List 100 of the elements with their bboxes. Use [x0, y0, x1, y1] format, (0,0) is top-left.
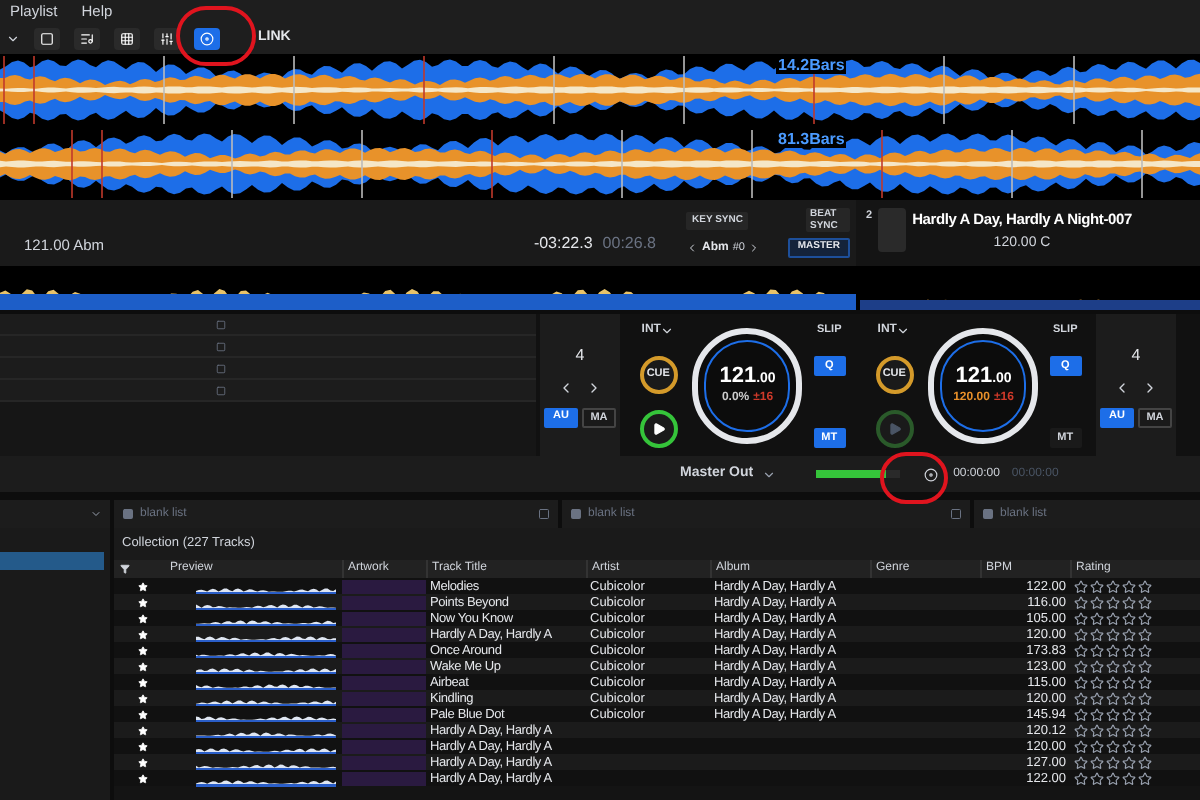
star-icon[interactable] [1138, 660, 1152, 675]
star-icon[interactable] [1138, 676, 1152, 691]
star-icon[interactable] [1106, 692, 1120, 707]
star-icon[interactable] [1074, 580, 1088, 595]
panel-icon[interactable] [538, 508, 550, 520]
star-icon[interactable] [1122, 692, 1136, 707]
play-button[interactable] [639, 410, 678, 448]
star-icon[interactable] [1138, 596, 1152, 611]
star-icon[interactable] [1090, 628, 1104, 643]
star-icon[interactable] [1090, 596, 1104, 611]
star-icon[interactable] [1106, 676, 1120, 691]
preview-waveform-drawing [196, 604, 336, 611]
star-icon[interactable] [1074, 596, 1088, 611]
toolbar-button[interactable] [114, 28, 140, 50]
loop-length: 4 [1131, 343, 1141, 367]
star-icon[interactable] [1138, 724, 1152, 739]
toolbar-icon [80, 32, 94, 46]
chevron-icon[interactable] [761, 467, 776, 481]
star-icon[interactable] [1090, 708, 1104, 723]
star-icon[interactable] [1106, 772, 1120, 787]
chevron-left-icon[interactable] [1114, 379, 1130, 395]
toolbar-button[interactable] [154, 28, 180, 50]
star-icon[interactable] [1106, 596, 1120, 611]
toolbar-icon [200, 32, 214, 46]
star-icon[interactable] [1122, 772, 1136, 787]
star-icon[interactable] [1090, 644, 1104, 659]
star-icon[interactable] [1138, 644, 1152, 659]
star-icon[interactable] [1122, 596, 1136, 611]
star-icon[interactable] [1138, 756, 1152, 771]
star-icon[interactable] [1090, 740, 1104, 755]
panel-icon[interactable] [950, 508, 962, 520]
chevron-icon[interactable] [660, 324, 675, 338]
star-icon[interactable] [1106, 644, 1120, 659]
square-icon [216, 385, 226, 395]
chevron-left-icon[interactable] [558, 379, 574, 395]
dropdown-field[interactable] [0, 500, 110, 528]
star-icon[interactable] [1074, 740, 1088, 755]
star-icon[interactable] [1074, 692, 1088, 707]
star-icon[interactable] [1138, 628, 1152, 643]
star-icon[interactable] [1090, 772, 1104, 787]
toolbar-icon [120, 32, 134, 46]
toolbar-button[interactable] [34, 28, 60, 50]
star-icon[interactable] [1090, 580, 1104, 595]
toolbar-button[interactable] [194, 28, 220, 50]
star-icon[interactable] [1106, 660, 1120, 675]
preview-waveform-drawing [196, 588, 336, 595]
preview-waveform-drawing [196, 684, 336, 691]
star-icon[interactable] [1138, 692, 1152, 707]
star-icon[interactable] [1138, 612, 1152, 627]
star-icon[interactable] [1090, 724, 1104, 739]
star-icon[interactable] [1074, 628, 1088, 643]
star-icon[interactable] [1074, 660, 1088, 675]
preview-waveform-drawing [196, 716, 336, 723]
star-icon[interactable] [1138, 708, 1152, 723]
star-icon[interactable] [1106, 708, 1120, 723]
star-icon[interactable] [1090, 756, 1104, 771]
star-icon[interactable] [1074, 724, 1088, 739]
star-icon[interactable] [1106, 612, 1120, 627]
star-icon[interactable] [1122, 676, 1136, 691]
filter-icon[interactable] [120, 564, 130, 574]
star-icon[interactable] [1122, 724, 1136, 739]
star-icon[interactable] [1090, 676, 1104, 691]
record-icon[interactable] [923, 467, 938, 481]
star-icon[interactable] [1122, 628, 1136, 643]
star-icon[interactable] [1122, 580, 1136, 595]
star-icon[interactable] [1122, 612, 1136, 627]
star-icon[interactable] [1074, 676, 1088, 691]
star-icon[interactable] [1122, 644, 1136, 659]
preview-waveform-drawing [196, 668, 336, 675]
star-icon[interactable] [1074, 612, 1088, 627]
square-icon [216, 363, 226, 373]
star-icon[interactable] [1122, 756, 1136, 771]
chevron-icon[interactable] [896, 324, 911, 338]
chevron-right-icon[interactable] [586, 379, 602, 395]
star-icon[interactable] [1106, 580, 1120, 595]
star-icon[interactable] [1090, 692, 1104, 707]
star-icon[interactable] [1106, 756, 1120, 771]
list-icon[interactable] [122, 508, 134, 520]
star-icon[interactable] [1074, 756, 1088, 771]
star-icon[interactable] [1138, 772, 1152, 787]
star-icon[interactable] [1106, 724, 1120, 739]
star-icon[interactable] [1138, 740, 1152, 755]
play-icon [651, 422, 666, 436]
star-icon[interactable] [1122, 740, 1136, 755]
star-icon[interactable] [1074, 644, 1088, 659]
star-icon[interactable] [1074, 772, 1088, 787]
star-icon[interactable] [1138, 580, 1152, 595]
list-icon[interactable] [570, 508, 582, 520]
chevron-right-icon[interactable] [1142, 379, 1158, 395]
star-icon[interactable] [1106, 740, 1120, 755]
chevron-icon[interactable] [6, 32, 20, 46]
toolbar-button[interactable] [74, 28, 100, 50]
star-icon[interactable] [1122, 708, 1136, 723]
list-icon[interactable] [982, 508, 994, 520]
star-icon[interactable] [1106, 628, 1120, 643]
star-icon[interactable] [1122, 660, 1136, 675]
star-icon[interactable] [1074, 708, 1088, 723]
bars-label: 14.2Bars [776, 56, 847, 74]
star-icon[interactable] [1090, 660, 1104, 675]
star-icon[interactable] [1090, 612, 1104, 627]
